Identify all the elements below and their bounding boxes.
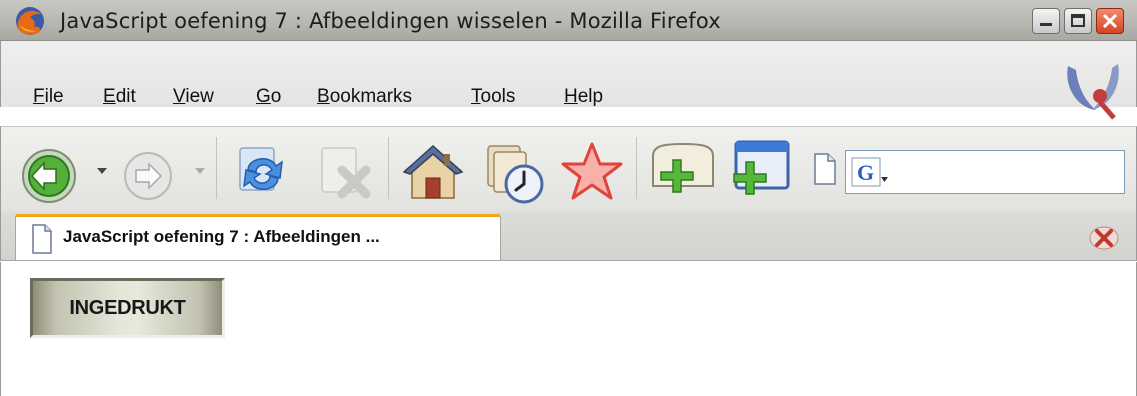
throbber-icon: [1067, 64, 1119, 120]
back-history-dropdown-icon[interactable]: [97, 168, 107, 174]
menu-file[interactable]: File: [33, 86, 64, 108]
minimize-icon: [1040, 23, 1052, 26]
menu-tools[interactable]: Tools: [471, 86, 515, 108]
toolbar-separator: [216, 137, 217, 199]
ingedrukt-button-label: INGEDRUKT: [69, 297, 186, 319]
google-search-icon[interactable]: G: [851, 157, 889, 187]
menu-go[interactable]: Go: [256, 86, 281, 108]
page-icon: [814, 153, 836, 185]
new-tab-icon[interactable]: [647, 140, 719, 206]
minimize-button[interactable]: [1032, 8, 1060, 34]
history-icon[interactable]: [480, 140, 548, 208]
forward-icon[interactable]: [122, 150, 174, 202]
forward-history-dropdown-icon[interactable]: [195, 168, 205, 174]
window-title: JavaScript oefening 7 : Afbeeldingen wis…: [60, 9, 721, 33]
new-window-icon[interactable]: [728, 138, 794, 206]
tab-label: JavaScript oefening 7 : Afbeeldingen ...: [63, 227, 380, 246]
ingedrukt-button[interactable]: INGEDRUKT: [30, 278, 225, 338]
stop-icon[interactable]: [314, 142, 376, 204]
bookmark-star-icon[interactable]: [560, 140, 624, 204]
toolbar-separator: [636, 137, 637, 199]
menu-edit[interactable]: Edit: [103, 86, 136, 108]
close-window-button[interactable]: [1096, 8, 1124, 34]
menu-help[interactable]: Help: [564, 86, 603, 108]
menu-view[interactable]: View: [173, 86, 214, 108]
menu-bookmarks[interactable]: Bookmarks: [317, 86, 412, 108]
reload-icon[interactable]: [230, 140, 296, 206]
toolbar-separator: [388, 137, 389, 199]
firefox-logo-icon: [16, 7, 44, 35]
maximize-icon: [1071, 14, 1085, 27]
home-icon[interactable]: [400, 140, 466, 206]
maximize-button[interactable]: [1064, 8, 1092, 34]
search-box[interactable]: G: [845, 150, 1125, 194]
page-icon: [32, 224, 52, 254]
svg-text:G: G: [857, 160, 874, 185]
close-tab-icon[interactable]: [1088, 224, 1120, 252]
window-titlebar[interactable]: JavaScript oefening 7 : Afbeeldingen wis…: [0, 0, 1137, 41]
back-icon[interactable]: [20, 147, 78, 205]
search-input[interactable]: [892, 157, 1122, 189]
close-icon: [1102, 13, 1118, 29]
tab-javascript-oefening-7[interactable]: JavaScript oefening 7 : Afbeeldingen ...: [15, 214, 501, 260]
